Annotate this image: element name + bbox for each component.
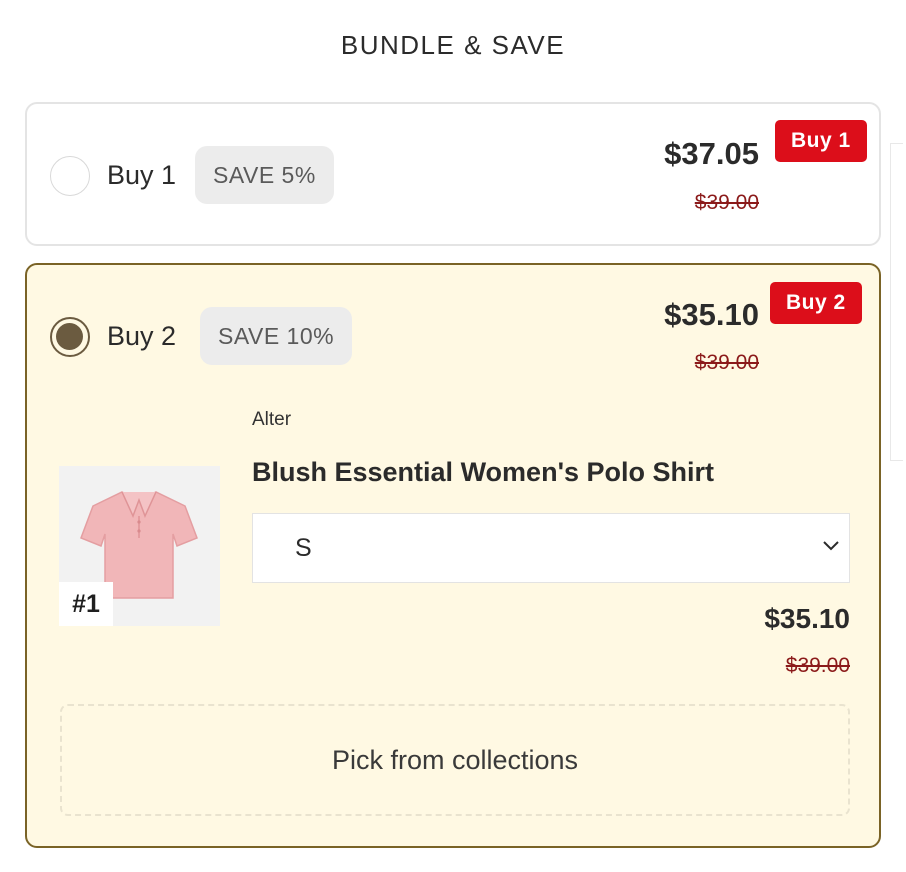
- size-select-value: S: [295, 534, 312, 562]
- section-title: BUNDLE & SAVE: [340, 30, 566, 60]
- save-badge: SAVE 10%: [200, 307, 353, 365]
- bundle-label: Buy 1: [107, 160, 177, 190]
- chevron-down-icon: [821, 538, 841, 557]
- bundle-price: $37.05: [664, 136, 759, 171]
- product-thumbnail[interactable]: #1: [59, 466, 220, 626]
- product-brand: Alter: [252, 409, 292, 430]
- product-name[interactable]: Blush Essential Women's Polo Shirt: [252, 457, 714, 488]
- buy-badge: Buy 1: [775, 120, 867, 162]
- radio-unselected-icon[interactable]: [50, 156, 90, 196]
- bundle-compare-price: $39.00: [694, 351, 759, 374]
- bundle-price: $35.10: [664, 297, 759, 332]
- item-price: $35.10: [764, 603, 850, 634]
- radio-selected-icon[interactable]: [50, 317, 90, 357]
- save-badge: SAVE 5%: [195, 146, 334, 204]
- bundle-option-buy-1[interactable]: Buy 1 SAVE 5% $37.05 $39.00 Buy 1: [25, 102, 881, 246]
- bundle-compare-price: $39.00: [694, 191, 759, 214]
- adjacent-panel-edge: [890, 143, 903, 461]
- pick-from-collections-button[interactable]: Pick from collections: [60, 704, 850, 816]
- bundle-option-buy-2[interactable]: Buy 2 SAVE 10% $35.10 $39.00 Buy 2 Alter…: [25, 263, 881, 848]
- bundle-label: Buy 2: [107, 321, 177, 351]
- buy-badge: Buy 2: [770, 282, 862, 324]
- item-number-badge: #1: [59, 582, 113, 626]
- size-select[interactable]: S: [252, 513, 850, 583]
- item-compare-price: $39.00: [785, 654, 850, 677]
